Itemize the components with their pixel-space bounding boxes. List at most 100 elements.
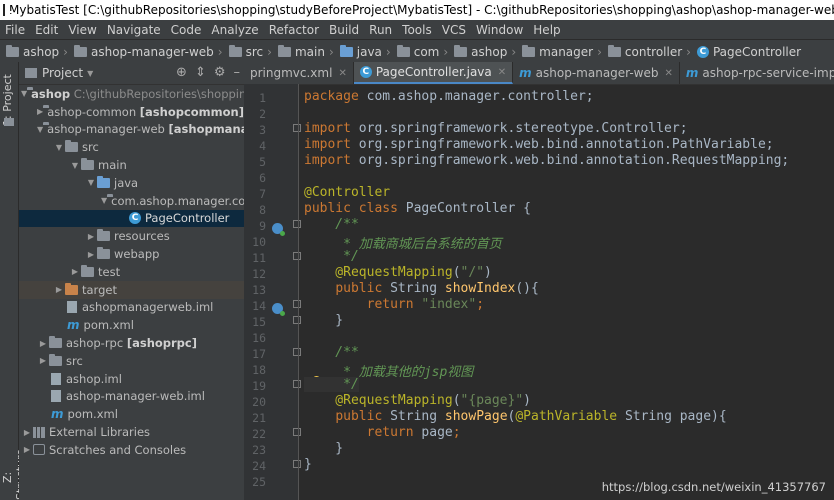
code-line-21[interactable]: public String showPage(@PathVariable Str…: [304, 409, 726, 424]
tree-item-ashop-rpc[interactable]: ▶ ashop-rpc [ashoprpc]: [19, 334, 244, 352]
code-line-8[interactable]: public class PageController {: [304, 201, 531, 216]
chevron-right-icon[interactable]: ▶: [69, 267, 81, 276]
tree-item-ashop[interactable]: ▼ ashop C:\githubRepositories\shopping: [19, 85, 244, 103]
chevron-down-icon[interactable]: ▼: [53, 143, 65, 152]
breadcrumb-item-controller[interactable]: controller ›: [602, 44, 691, 59]
breadcrumb-item-pagecontroller[interactable]: C PageController: [691, 45, 801, 59]
tree-item-root-pom-xml[interactable]: m pom.xml: [19, 405, 244, 423]
close-icon[interactable]: ✕: [664, 68, 672, 79]
code-line-19-current[interactable]: */: [304, 377, 359, 392]
fold-marker-icon[interactable]: [293, 220, 301, 228]
tree-item-src-root[interactable]: ▶ src: [19, 352, 244, 370]
fold-marker-icon[interactable]: [293, 252, 301, 260]
chevron-right-icon[interactable]: ▶: [21, 445, 33, 454]
code-line-11[interactable]: */: [304, 249, 359, 264]
breadcrumb-item-ashop-manager-web[interactable]: ashop-manager-web ›: [68, 44, 223, 59]
fold-marker-icon[interactable]: [293, 428, 301, 436]
menu-refactor[interactable]: Refactor: [264, 23, 324, 37]
gear-icon[interactable]: ⚙: [214, 65, 226, 80]
tree-item-external-libraries[interactable]: ▶ External Libraries: [19, 423, 244, 441]
tree-item-src[interactable]: ▼ src: [19, 138, 244, 156]
collapse-all-icon[interactable]: ⇕: [195, 65, 206, 80]
project-panel-title[interactable]: Project: [42, 66, 83, 80]
chevron-down-icon[interactable]: ▼: [87, 69, 93, 78]
chevron-right-icon[interactable]: ▶: [37, 356, 49, 365]
tab-springmvc-xml[interactable]: pringmvc.xml ✕: [244, 62, 354, 84]
tree-item-target[interactable]: ▶ target: [19, 280, 244, 299]
code-line-1[interactable]: package com.ashop.manager.controller;: [304, 89, 594, 104]
menu-window[interactable]: Window: [471, 23, 528, 37]
tree-item-ashop-iml[interactable]: ashop.iml: [19, 370, 244, 388]
menu-tools[interactable]: Tools: [397, 23, 437, 37]
fold-marker-icon[interactable]: [293, 348, 301, 356]
chevron-down-icon[interactable]: ▼: [85, 178, 97, 187]
tree-item-pom-xml[interactable]: m pom.xml: [19, 316, 244, 334]
breadcrumb-item-java[interactable]: java ›: [334, 44, 391, 59]
code-line-20[interactable]: @RequestMapping("{page}"): [304, 393, 531, 408]
breadcrumb-item-src[interactable]: src ›: [223, 44, 272, 59]
menu-run[interactable]: Run: [364, 23, 397, 37]
tree-item-ashopmanagerweb-iml[interactable]: ashopmanagerweb.iml: [19, 299, 244, 317]
tab-pagecontroller[interactable]: C PageController.java ✕: [353, 62, 514, 84]
menu-view[interactable]: View: [63, 23, 101, 37]
menu-analyze[interactable]: Analyze: [206, 23, 263, 37]
code-line-24[interactable]: }: [304, 457, 312, 472]
tree-item-controller-package[interactable]: ▼ com.ashop.manager.con: [19, 192, 244, 210]
breadcrumb-item-ashop[interactable]: ashop ›: [0, 44, 68, 59]
code-line-14[interactable]: return "index";: [304, 297, 484, 312]
fold-marker-icon[interactable]: [293, 124, 301, 132]
code-line-22[interactable]: return page;: [304, 425, 461, 440]
tree-item-java[interactable]: ▼ java: [19, 174, 244, 192]
menu-vcs[interactable]: VCS: [437, 23, 471, 37]
tab-ashop-rpc-service-impl[interactable]: mashop-rpc-service-impl✕: [680, 62, 834, 84]
breadcrumb-item-main[interactable]: main ›: [272, 44, 334, 59]
chevron-right-icon[interactable]: ▶: [85, 250, 97, 259]
spring-bean-gutter-icon[interactable]: [272, 223, 285, 236]
code-line-15[interactable]: }: [304, 313, 343, 328]
tree-item-pagecontroller[interactable]: C PageController: [19, 209, 244, 228]
code-line-13[interactable]: public String showIndex(){: [304, 281, 539, 296]
tree-item-ashop-manager-web[interactable]: ▼ ashop-manager-web [ashopmanager: [19, 121, 244, 139]
tree-item-main[interactable]: ▼ main: [19, 156, 244, 174]
menu-code[interactable]: Code: [166, 23, 207, 37]
fold-marker-icon[interactable]: [293, 316, 301, 324]
code-line-12[interactable]: @RequestMapping("/"): [304, 265, 492, 280]
menu-file[interactable]: File: [0, 23, 30, 37]
tree-item-webapp[interactable]: ▶ webapp: [19, 245, 244, 263]
tree-item-scratches[interactable]: ▶ Scratches and Consoles: [19, 441, 244, 459]
chevron-right-icon[interactable]: ▶: [37, 339, 49, 348]
tab-ashop-manager-web[interactable]: m ashop-manager-web ✕: [513, 62, 680, 84]
fold-marker-icon[interactable]: [293, 460, 301, 468]
fold-marker-icon[interactable]: [293, 300, 301, 308]
breadcrumb-item-com[interactable]: com ›: [391, 44, 448, 59]
menu-help[interactable]: Help: [528, 23, 565, 37]
menu-navigate[interactable]: Navigate: [102, 23, 166, 37]
chevron-down-icon[interactable]: ▼: [21, 89, 27, 98]
tab-structure-tool[interactable]: Z: Structure: [1, 449, 27, 500]
chevron-right-icon[interactable]: ▶: [85, 232, 97, 241]
code-line-17[interactable]: /**: [304, 345, 359, 360]
spring-mapping-gutter-icon[interactable]: [272, 303, 285, 316]
code-line-4[interactable]: import org.springframework.web.bind.anno…: [304, 137, 774, 152]
chevron-right-icon[interactable]: ▶: [21, 428, 33, 437]
menu-build[interactable]: Build: [324, 23, 364, 37]
chevron-down-icon[interactable]: ▼: [101, 196, 107, 205]
hide-panel-icon[interactable]: –: [234, 65, 241, 80]
breadcrumb-item-ashop-pkg[interactable]: ashop ›: [448, 44, 516, 59]
code-line-9[interactable]: /**: [304, 217, 359, 232]
code-line-5[interactable]: import org.springframework.web.bind.anno…: [304, 153, 789, 168]
tree-item-test[interactable]: ▶ test: [19, 263, 244, 281]
locate-target-icon[interactable]: ⊕: [176, 65, 187, 80]
code-line-3[interactable]: import org.springframework.stereotype.Co…: [304, 121, 688, 136]
code-line-7[interactable]: @Controller: [304, 185, 390, 200]
code-line-23[interactable]: }: [304, 441, 343, 456]
menu-edit[interactable]: Edit: [30, 23, 63, 37]
close-icon[interactable]: ✕: [338, 68, 346, 79]
chevron-down-icon[interactable]: ▼: [69, 161, 81, 170]
close-icon[interactable]: ✕: [498, 67, 506, 78]
chevron-down-icon[interactable]: ▼: [37, 125, 43, 134]
tree-item-resources[interactable]: ▶ resources: [19, 227, 244, 245]
fold-marker-icon[interactable]: [293, 380, 301, 388]
tree-item-ashop-manager-web-iml[interactable]: ashop-manager-web.iml: [19, 388, 244, 406]
chevron-right-icon[interactable]: ▶: [53, 285, 65, 294]
